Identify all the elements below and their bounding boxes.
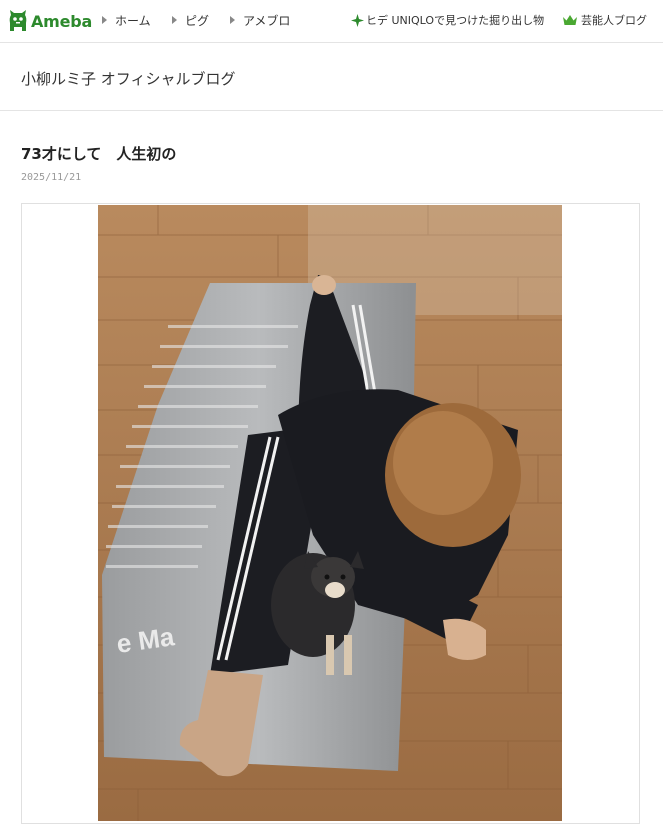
nav-item-home[interactable]: ホーム <box>102 12 151 28</box>
promo-label: ヒデ UNIQLOで見つけた掘り出し物 <box>366 14 545 27</box>
entry-title[interactable]: 73才にして 人生初の <box>21 143 176 164</box>
entry-photo[interactable]: e Ma <box>98 205 562 821</box>
nav-arrow-icon <box>230 16 235 24</box>
sparkle-icon <box>351 13 364 27</box>
nav-item-ameblo[interactable]: アメブロ <box>230 12 290 28</box>
nav-label: ピグ <box>185 13 210 28</box>
celebrity-blog-link[interactable]: 芸能人ブログ <box>562 12 647 28</box>
ameba-logo[interactable]: Ameba <box>8 8 92 34</box>
blog-title[interactable]: 小柳ルミ子 オフィシャルブログ <box>21 68 235 89</box>
blog-header: 小柳ルミ子 オフィシャルブログ <box>0 44 663 111</box>
promo-link[interactable]: ヒデ UNIQLOで見つけた掘り出し物 <box>351 12 544 28</box>
logo-text: Ameba <box>31 11 93 31</box>
nav-arrow-icon <box>172 16 177 24</box>
global-header: Ameba ホーム ピグ アメブロ ヒデ UNIQLOで見つけた掘り出し物 芸能… <box>0 0 663 43</box>
nav-item-pigg[interactable]: ピグ <box>172 12 209 28</box>
photo-illustration: e Ma <box>98 205 562 821</box>
nav-label: ホーム <box>115 13 151 28</box>
celebrity-label: 芸能人ブログ <box>581 14 647 27</box>
ameba-logo-icon <box>9 10 27 31</box>
entry-date: 2025/11/21 <box>21 172 82 183</box>
nav-label: アメブロ <box>243 13 291 28</box>
nav-arrow-icon <box>102 16 107 24</box>
crown-icon <box>563 15 577 25</box>
